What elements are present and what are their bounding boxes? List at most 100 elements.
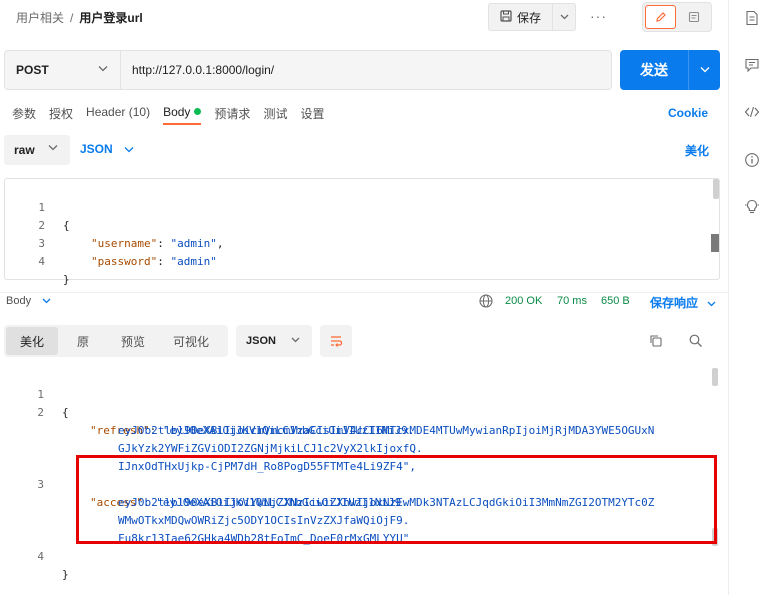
json-value: "admin" [170, 237, 217, 250]
json-value: "admin" [170, 255, 217, 268]
right-sidebar [728, 0, 774, 595]
tab-tests[interactable]: 测试 [263, 105, 287, 125]
send-button-group: 发送 [620, 50, 720, 90]
code-line-wrapped: IJnxOdTHxUjkp-CjPM7dH_Ro8PogD55FTMTe4Li9… [4, 440, 416, 473]
lightbulb-icon[interactable] [743, 199, 761, 217]
chevron-down-icon [48, 143, 58, 154]
body-format-value: JSON [80, 142, 113, 156]
tab-pretty[interactable]: 美化 [6, 327, 58, 355]
line-number: 4 [37, 550, 44, 563]
code-line-wrapped: WMwOTkxMDQwOWRiZjc5ODY1OCIsInVzZXJfaWQiO… [4, 494, 409, 527]
code-line: 3 "password": "admin" [5, 217, 216, 268]
tab-pre-request[interactable]: 预请求 [214, 105, 250, 125]
json-key: "password" [91, 255, 158, 268]
chevron-down-icon [707, 299, 716, 309]
editor-scrollbar[interactable] [713, 179, 719, 199]
code-line: 4 } [4, 530, 68, 581]
access-token-highlight-box [76, 455, 717, 544]
response-body-select[interactable]: Body [6, 295, 51, 307]
brace-open: { [62, 406, 69, 419]
send-button[interactable]: 发送 [620, 60, 688, 80]
response-format-select[interactable]: JSON [236, 325, 312, 357]
json-colon: : [157, 237, 171, 250]
http-method-select[interactable]: POST [4, 50, 120, 90]
code-line: 2 "refresh": "eyJ0eXAiOiJKV1QiLCJhbGciOi… [4, 386, 414, 437]
tab-visualize[interactable]: 可视化 [158, 327, 224, 355]
save-response-label: 保存响应 [650, 296, 699, 310]
request-title[interactable]: 用户登录url [79, 11, 142, 25]
response-format-value: JSON [246, 335, 276, 347]
code-line: 3 "access": "eyJ0eXAiOiJKV1QiLCJhbGciOiJ… [4, 458, 408, 509]
send-options-chevron-down-icon[interactable] [689, 65, 720, 76]
save-icon [500, 9, 512, 25]
wrap-lines-icon[interactable] [320, 325, 352, 357]
copy-icon[interactable] [648, 333, 664, 352]
http-method-value: POST [16, 63, 49, 77]
response-size[interactable]: 650 B [601, 295, 630, 307]
body-mode-value: raw [14, 143, 35, 157]
edit-mode-pencil-icon[interactable] [645, 5, 677, 29]
tab-headers[interactable]: Header (10) [86, 105, 150, 125]
request-workspace: 用户相关 / 用户登录url 保存 ··· POST http://127.0.0.… [0, 0, 728, 595]
tab-raw[interactable]: 原 [58, 327, 108, 355]
json-pair: "password": "admin" [91, 253, 217, 271]
json-colon: : [157, 255, 171, 268]
url-input[interactable]: http://127.0.0.1:8000/login/ [120, 50, 612, 90]
request-tabs: 参数 授权 Header (10) Body 预请求 测试 设置 [12, 105, 337, 125]
save-response-button[interactable]: 保存响应 [650, 294, 716, 311]
code-line: 4 } [5, 235, 69, 286]
tab-authorization[interactable]: 授权 [49, 105, 73, 125]
chevron-down-icon [124, 145, 134, 156]
save-button-group: 保存 [488, 3, 576, 31]
brace-open: { [63, 219, 70, 232]
response-time[interactable]: 70 ms [557, 295, 587, 307]
body-active-dot-icon [194, 108, 202, 115]
view-mode-toggle [642, 2, 712, 32]
pane-divider[interactable] [0, 292, 728, 293]
documentation-icon[interactable] [743, 10, 761, 28]
chevron-down-icon [42, 296, 51, 306]
save-options-chevron-down-icon[interactable] [553, 14, 575, 20]
code-line-wrapped: GJkYzk2YWFiZGViODI2ZGNjMjkiLCJ1c2VyX2lkI… [4, 422, 423, 455]
json-key: "username" [91, 237, 158, 250]
response-status[interactable]: 200 OK [505, 295, 542, 307]
cookie-link[interactable]: Cookie [668, 106, 708, 120]
response-view-tabs: 美化 原 预览 可视化 [4, 325, 228, 357]
tab-preview[interactable]: 预览 [108, 327, 158, 355]
code-snippet-icon[interactable] [743, 104, 761, 122]
request-body-editor[interactable]: 1 { 2 "username": "admin", 3 "password":… [4, 178, 720, 286]
beautify-button[interactable]: 美化 [685, 142, 709, 159]
search-icon[interactable] [688, 333, 704, 352]
response-scrollbar[interactable] [712, 368, 718, 386]
response-body-label: Body [6, 295, 32, 307]
json-pair: "username": "admin", [91, 235, 223, 253]
more-options-button[interactable]: ··· [590, 8, 607, 24]
code-line-wrapped: Fu8kr13Iae62GHka4WDb28tFoImC_DoeE0rMxGML… [4, 512, 409, 545]
json-comma: , [216, 237, 224, 250]
body-format-select[interactable]: JSON [80, 142, 134, 156]
tab-body[interactable]: Body [163, 105, 202, 125]
body-mode-select[interactable]: raw [4, 135, 70, 165]
chevron-down-icon [98, 64, 108, 75]
brace-close: } [63, 273, 70, 286]
breadcrumb-separator: / [70, 11, 74, 25]
json-value-continued: eyJ0b2tlbl90eXBlIjoicmVmcmVzaCIsImV4cCI6… [118, 424, 655, 437]
tab-body-label: Body [163, 105, 191, 119]
save-button[interactable]: 保存 [489, 4, 553, 30]
documentation-mode-icon[interactable] [678, 5, 709, 29]
globe-icon[interactable] [478, 293, 494, 309]
brace-close: } [62, 568, 69, 581]
code-line: 1 { [4, 368, 68, 419]
breadcrumb-parent[interactable]: 用户相关 [16, 11, 64, 25]
code-line-wrapped: eyJ0b2tlbl90eXBlIjoiYWNjZXNzIiwiZXhwIjox… [4, 476, 654, 509]
editor-cursor-marker [711, 234, 719, 252]
breadcrumb: 用户相关 / 用户登录url [16, 9, 143, 26]
code-line: 1 { [5, 181, 69, 232]
tab-settings[interactable]: 设置 [300, 105, 324, 125]
code-line-wrapped: eyJ0b2tlbl90eXBlIjoicmVmcmVzaCIsImV4cCI6… [4, 404, 654, 437]
comments-icon[interactable] [743, 57, 761, 75]
code-line: 2 "username": "admin", [5, 199, 223, 250]
line-number: 4 [38, 255, 45, 268]
tab-params[interactable]: 参数 [12, 105, 36, 125]
info-icon[interactable] [743, 152, 761, 170]
